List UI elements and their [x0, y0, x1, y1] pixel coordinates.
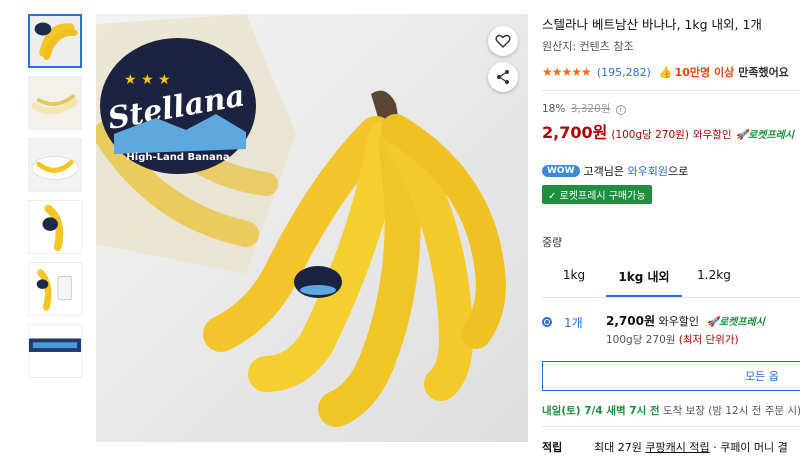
delivery-guarantee: 도착 보장 [662, 405, 705, 417]
points-max: 최대 27원 [594, 441, 642, 454]
weight-tabs: 1kg 1kg 내외 1.2kg [542, 268, 800, 298]
thumbnail-list [28, 14, 84, 386]
tab-weight-1.2kg[interactable]: 1.2kg [682, 268, 746, 297]
svg-text:★ ★ ★: ★ ★ ★ [124, 72, 171, 88]
option-rocket-badge: 🚀로켓프레시 [706, 317, 764, 328]
thumbnail-6[interactable] [28, 324, 82, 378]
thumbnail-2[interactable] [28, 76, 82, 130]
discount-rate: 18% [542, 103, 566, 115]
tab-weight-1kg-approx[interactable]: 1kg 내외 [606, 268, 682, 297]
rocket-icon: 🚀 [706, 317, 719, 328]
thumbs-up-icon: 👍 [658, 65, 673, 79]
points-label: 적립 [542, 441, 563, 454]
wow-suffix: 으로 [667, 165, 689, 178]
weight-label: 중량 [542, 236, 563, 249]
original-price: 3,320원 [570, 103, 611, 115]
rocket-fresh-badge: 🚀로켓프레시 [736, 126, 794, 141]
option-label: 1개 [564, 316, 583, 330]
thumbnail-5[interactable] [28, 262, 82, 316]
rocket-fresh-available-badge: ✓ 로켓프레시 구매가능 [542, 185, 652, 204]
rocket-fresh-label: 로켓프레시 [748, 130, 795, 141]
tab-weight-1kg[interactable]: 1kg [542, 268, 606, 297]
review-count-link[interactable]: (195,282) [597, 66, 651, 79]
option-unit-price: 100g당 270원 [606, 334, 676, 346]
info-icon[interactable]: i [615, 105, 626, 115]
points-tail: · 쿠페이 머니 결 [713, 441, 788, 454]
buyers-count: 10만명 이상 [674, 66, 735, 79]
wow-badge: WOW [542, 165, 580, 177]
option-price: 2,700원 [606, 314, 655, 328]
delivery-info: 내일(토) 7/4 새벽 7시 전 도착 보장 (밤 12시 전 주문 시) [542, 403, 800, 418]
wow-discount-label: 와우할인 [692, 129, 732, 141]
rating-stars: ★★★★★ [542, 65, 592, 79]
thumbnail-3[interactable] [28, 138, 82, 192]
unit-price: (100g당 270원) [611, 129, 689, 141]
coupang-cash-link[interactable]: 쿠팡캐시 적립 [645, 439, 709, 455]
option-radio[interactable] [542, 317, 552, 327]
delivery-note: (밤 12시 전 주문 시) [708, 405, 800, 417]
option-rocket-label: 로켓프레시 [718, 317, 765, 328]
option-row[interactable]: 1개 2,700원 와우할인 🚀로켓프레시 100g당 270원 (최저 단위가… [542, 312, 800, 347]
option-wow-label: 와우할인 [658, 315, 699, 328]
option-detail: 2,700원 와우할인 🚀로켓프레시 100g당 270원 (최저 단위가) [606, 312, 765, 347]
heart-icon [495, 34, 511, 48]
divider [542, 90, 800, 91]
price-row: 2,700원 (100g당 270원) 와우할인 🚀로켓프레시 [542, 119, 800, 143]
thumbnail-1[interactable] [28, 14, 82, 68]
buyers-satisfied-text: 만족했어요 [738, 66, 789, 79]
wow-prefix: 고객님은 [583, 165, 624, 178]
wow-member-row: WOW 고객님은 와우회원 으로 [542, 163, 800, 179]
delivery-date: 내일(토) 7/4 새벽 7시 전 [542, 405, 660, 417]
main-product-image[interactable]: ★ ★ ★ Stellana High-Land Banana [96, 14, 528, 442]
discount-row: 18% 3,320원 i [542, 101, 800, 116]
share-button[interactable] [488, 62, 518, 92]
wishlist-button[interactable] [488, 26, 518, 56]
sale-price: 2,700원 [542, 123, 608, 142]
all-options-button[interactable]: 모든 옵 [542, 361, 800, 391]
wow-member-link[interactable]: 와우회원 [628, 163, 668, 179]
rocket-icon: 🚀 [735, 130, 749, 141]
thumbnail-4[interactable] [28, 200, 82, 254]
product-origin: 원산지: 컨텐츠 참조 [542, 40, 634, 53]
subbrand-text: High-Land Banana [126, 152, 229, 163]
option-lowest-label: (최저 단위가) [678, 334, 739, 346]
product-title: 스텔라나 베트남산 바나나, 1kg 내외, 1개 [542, 17, 762, 32]
share-icon [497, 70, 509, 84]
product-info-panel: 스텔라나 베트남산 바나나, 1kg 내외, 1개 원산지: 컨텐츠 참조 ★★… [542, 14, 800, 455]
rating-row: ★★★★★ (195,282) 👍 10만명 이상 만족했어요 [542, 64, 800, 80]
points-row: 적립 최대 27원 쿠팡캐시 적립 · 쿠페이 머니 결 [542, 426, 800, 455]
